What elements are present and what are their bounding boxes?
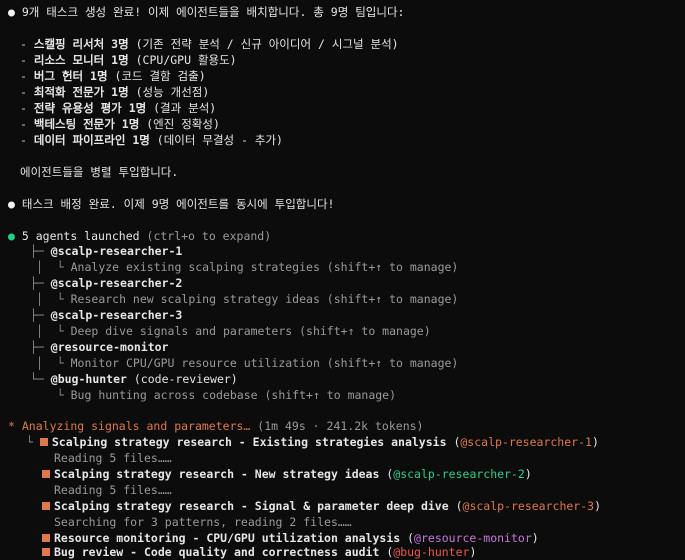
- list-item: - 리소스 모니터 1명 (CPU/GPU 활용도): [20, 53, 237, 67]
- status-line: * Analyzing signals and parameters… (1m …: [8, 418, 423, 434]
- bullet-icon: ●: [8, 5, 15, 19]
- task-sub: Reading 5 files……: [54, 483, 172, 497]
- terminal-window: ● 9개 태스크 생성 완료! 이제 에이전트들을 배치합니다. 총 9명 팀입…: [0, 0, 685, 559]
- agent-tag: @scalp-researcher-2: [393, 467, 525, 481]
- tree-branch-icon: ├─: [30, 340, 51, 354]
- tree-last-branch-icon: └─: [30, 372, 51, 386]
- bullet-icon: ●: [8, 197, 15, 211]
- agent-row[interactable]: ├─ @scalp-researcher-3: [30, 307, 182, 323]
- agent-desc: │ └ Analyze existing scalping strategies…: [36, 260, 459, 274]
- tree-branch-icon: ├─: [30, 308, 51, 322]
- agent-row[interactable]: ├─ @scalp-researcher-1: [30, 243, 182, 259]
- list-item: - 백테스팅 전문가 1명 (엔진 정확성): [20, 117, 220, 131]
- tree-elbow-icon: │ └: [36, 292, 71, 306]
- task-square-icon: [39, 438, 48, 446]
- task-square-icon: [42, 502, 50, 510]
- message-intro: 9개 태스크 생성 완료! 이제 에이전트들을 배치합니다. 총 9명 팀입니다…: [21, 5, 405, 19]
- list-item: - 스캘핑 리서처 3명 (기존 전략 분석 / 신규 아이디어 / 시그널 분…: [20, 37, 399, 51]
- tree-elbow-icon: └: [26, 435, 40, 449]
- list-item: - 최적화 전문가 1명 (성능 개선점): [20, 85, 210, 99]
- agents-header: 5 agents launched: [21, 229, 140, 243]
- message-outro: 에이전트들을 병렬 투입합니다.: [20, 165, 179, 179]
- status-dot-icon: ●: [8, 229, 15, 243]
- agent-desc: │ └ Deep dive signals and parameters (sh…: [36, 324, 431, 338]
- tree-elbow-icon: │ └: [36, 356, 71, 370]
- agent-tag: @bug-hunter: [393, 545, 470, 559]
- task-row: └ Scalping strategy research - Existing …: [26, 435, 599, 449]
- list-item: - 데이터 파이프라인 1명 (데이터 무결성 - 추가): [20, 133, 283, 147]
- agents-header-line[interactable]: ● 5 agents launched (ctrl+o to expand): [8, 228, 271, 244]
- task-sub: Searching for 3 patterns, reading 2 file…: [54, 515, 352, 529]
- agent-row[interactable]: └─ @bug-hunter (code-reviewer): [30, 371, 238, 387]
- tree-elbow-icon: │ └: [36, 324, 71, 338]
- task-square-icon: [42, 548, 50, 556]
- agent-tag: @resource-monitor: [414, 531, 532, 545]
- list-item: - 전략 유용성 평가 1명 (결과 분석): [20, 101, 217, 115]
- message-intro-line: ● 9개 태스크 생성 완료! 이제 에이전트들을 배치합니다. 총 9명 팀입…: [8, 4, 404, 20]
- status-text: Analyzing signals and parameters…: [21, 419, 251, 433]
- task-square-icon: [42, 470, 50, 478]
- agent-desc: └ Bug hunting across codebase (shift+↑ t…: [36, 388, 397, 402]
- agent-tag: @scalp-researcher-3: [462, 499, 595, 513]
- task-row: Bug review - Code quality and correctnes…: [42, 544, 476, 560]
- agent-desc: │ └ Research new scalping strategy ideas…: [36, 292, 459, 306]
- task-row: Scalping strategy research - New strateg…: [42, 466, 532, 482]
- spinner-icon: *: [8, 419, 15, 433]
- agent-tag: @scalp-researcher-1: [460, 435, 592, 449]
- agent-row[interactable]: ├─ @resource-monitor: [30, 339, 168, 355]
- tree-elbow-icon: └: [36, 388, 71, 402]
- tree-elbow-icon: │ └: [36, 260, 71, 274]
- tree-branch-icon: ├─: [30, 244, 51, 258]
- task-row: Scalping strategy research - Signal & pa…: [42, 498, 601, 514]
- list-item: - 버그 헌터 1명 (코드 결함 검출): [20, 69, 206, 83]
- message-assign-line: ● 태스크 배정 완료. 이제 9명 에이전트를 동시에 투입합니다!: [8, 196, 334, 212]
- task-sub: Reading 5 files……: [54, 451, 172, 465]
- task-square-icon: [42, 534, 50, 542]
- agent-row[interactable]: ├─ @scalp-researcher-2: [30, 275, 182, 291]
- tree-branch-icon: ├─: [30, 276, 51, 290]
- message-assign: 태스크 배정 완료. 이제 9명 에이전트를 동시에 투입합니다!: [21, 197, 335, 211]
- expand-hint: (ctrl+o to expand): [146, 229, 272, 243]
- agent-desc: │ └ Monitor CPU/GPU resource utilization…: [36, 356, 459, 370]
- status-meta: (1m 49s · 241.2k tokens): [257, 419, 424, 433]
